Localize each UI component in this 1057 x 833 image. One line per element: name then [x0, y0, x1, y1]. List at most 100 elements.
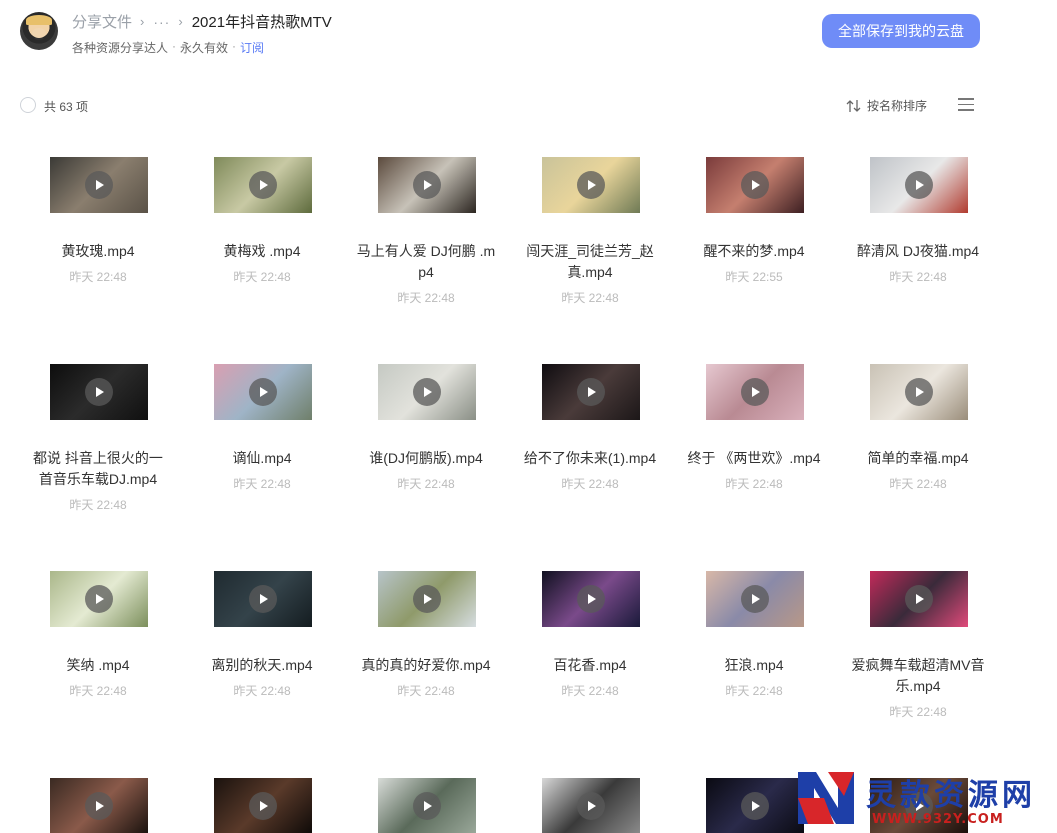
play-icon	[741, 585, 769, 613]
file-name: 百花香.mp4	[553, 657, 627, 673]
file-name: 笑纳 .mp4	[66, 657, 130, 673]
avatar-smile	[34, 36, 44, 40]
watermark-logo-icon	[798, 772, 854, 824]
play-icon	[413, 171, 441, 199]
video-thumbnail[interactable]	[542, 157, 640, 213]
play-icon	[577, 585, 605, 613]
save-all-button[interactable]: 全部保存到我的云盘	[822, 14, 980, 48]
file-toolbar: 共 63 项 按名称排序	[0, 90, 1057, 120]
play-icon	[741, 378, 769, 406]
play-icon	[85, 171, 113, 199]
item-count: 共 63 项	[44, 100, 89, 114]
separator-dot: ·	[172, 39, 177, 53]
file-name: 离别的秋天.mp4	[211, 657, 313, 673]
sort-by-name-button[interactable]: 按名称排序	[846, 97, 927, 114]
file-name: 谪仙.mp4	[232, 450, 292, 466]
breadcrumb-current: 2021年抖音热歌MTV	[191, 14, 332, 31]
select-all-checkbox[interactable]	[20, 97, 36, 113]
sort-icon	[846, 99, 861, 112]
file-time: 昨天 22:48	[233, 270, 291, 284]
video-thumbnail[interactable]	[378, 157, 476, 213]
file-time: 昨天 22:48	[889, 477, 947, 491]
sort-label: 按名称排序	[867, 99, 928, 113]
file-time: 昨天 22:48	[69, 684, 127, 698]
video-thumbnail[interactable]	[542, 778, 640, 833]
chevron-right-icon: ›	[178, 14, 183, 29]
validity-label: 永久有效	[180, 41, 229, 55]
video-thumbnail[interactable]	[50, 157, 148, 213]
video-thumbnail[interactable]	[542, 364, 640, 420]
file-name: 狂浪.mp4	[724, 657, 784, 673]
play-icon	[905, 378, 933, 406]
file-time: 昨天 22:48	[233, 684, 291, 698]
file-time: 昨天 22:55	[725, 270, 783, 284]
site-watermark: 灵款资源网 WWW.932Y.COM	[790, 766, 1057, 833]
video-thumbnail[interactable]	[542, 571, 640, 627]
chevron-right-icon: ›	[140, 14, 145, 29]
play-icon	[905, 171, 933, 199]
video-thumbnail[interactable]	[214, 571, 312, 627]
video-thumbnail[interactable]	[378, 778, 476, 833]
file-name: 都说 抖音上很火的一首音乐车载DJ.mp4	[33, 450, 163, 487]
file-time: 昨天 22:48	[397, 477, 455, 491]
video-thumbnail[interactable]	[706, 157, 804, 213]
file-time: 昨天 22:48	[397, 684, 455, 698]
file-time: 昨天 22:48	[889, 270, 947, 284]
play-icon	[413, 378, 441, 406]
subscribe-link[interactable]: 订阅	[240, 39, 264, 56]
play-icon	[413, 585, 441, 613]
video-thumbnail[interactable]	[50, 364, 148, 420]
watermark-url: WWW.932Y.COM	[872, 812, 1004, 827]
video-thumbnail[interactable]	[706, 364, 804, 420]
play-icon	[413, 792, 441, 820]
video-thumbnail[interactable]	[870, 157, 968, 213]
share-info: 各种资源分享达人 · 永久有效 · 订阅	[72, 39, 264, 56]
file-time: 昨天 22:48	[233, 477, 291, 491]
list-view-icon[interactable]	[958, 98, 974, 112]
file-name: 黄梅戏 .mp4	[223, 243, 301, 259]
file-name: 醒不来的梦.mp4	[703, 243, 805, 259]
owner-avatar[interactable]	[20, 12, 58, 50]
breadcrumb: 分享文件 › ··· › 2021年抖音热歌MTV	[72, 11, 332, 32]
video-thumbnail[interactable]	[214, 778, 312, 833]
video-thumbnail[interactable]	[214, 157, 312, 213]
file-time: 昨天 22:48	[69, 498, 127, 512]
file-time: 昨天 22:48	[69, 270, 127, 284]
file-name: 马上有人爱 DJ何鹏 .mp4	[356, 243, 496, 280]
video-thumbnail[interactable]	[50, 778, 148, 833]
file-name: 黄玫瑰.mp4	[61, 243, 135, 259]
watermark-text: 灵款资源网	[866, 778, 1036, 813]
play-icon	[249, 585, 277, 613]
video-thumbnail[interactable]	[214, 364, 312, 420]
file-name: 醉清风 DJ夜猫.mp4	[856, 243, 980, 259]
play-icon	[85, 378, 113, 406]
file-time: 昨天 22:48	[725, 477, 783, 491]
file-name: 真的真的好爱你.mp4	[361, 657, 491, 673]
video-thumbnail[interactable]	[870, 364, 968, 420]
file-name: 闯天涯_司徒兰芳_赵真.mp4	[526, 243, 654, 280]
play-icon	[249, 792, 277, 820]
play-icon	[577, 378, 605, 406]
play-icon	[249, 378, 277, 406]
play-icon	[85, 585, 113, 613]
file-time: 昨天 22:48	[561, 291, 619, 305]
play-icon	[85, 792, 113, 820]
file-time: 昨天 22:48	[561, 477, 619, 491]
file-time: 昨天 22:48	[561, 684, 619, 698]
video-thumbnail[interactable]	[870, 571, 968, 627]
play-icon	[741, 171, 769, 199]
breadcrumb-root[interactable]: 分享文件	[72, 11, 132, 32]
video-thumbnail[interactable]	[378, 571, 476, 627]
share-header: 分享文件 › ··· › 2021年抖音热歌MTV 各种资源分享达人 · 永久有…	[0, 0, 1057, 70]
play-icon	[741, 792, 769, 820]
file-name: 简单的幸福.mp4	[867, 450, 969, 466]
video-thumbnail[interactable]	[50, 571, 148, 627]
video-thumbnail[interactable]	[378, 364, 476, 420]
file-time: 昨天 22:48	[889, 705, 947, 719]
file-name: 谁(DJ何鹏版).mp4	[369, 450, 483, 466]
play-icon	[577, 792, 605, 820]
video-thumbnail[interactable]	[706, 571, 804, 627]
breadcrumb-more[interactable]: ···	[153, 14, 170, 30]
file-name: 爱疯舞车载超清MV音乐.mp4	[851, 657, 985, 694]
file-name: 终于 《两世欢》.mp4	[687, 450, 821, 466]
